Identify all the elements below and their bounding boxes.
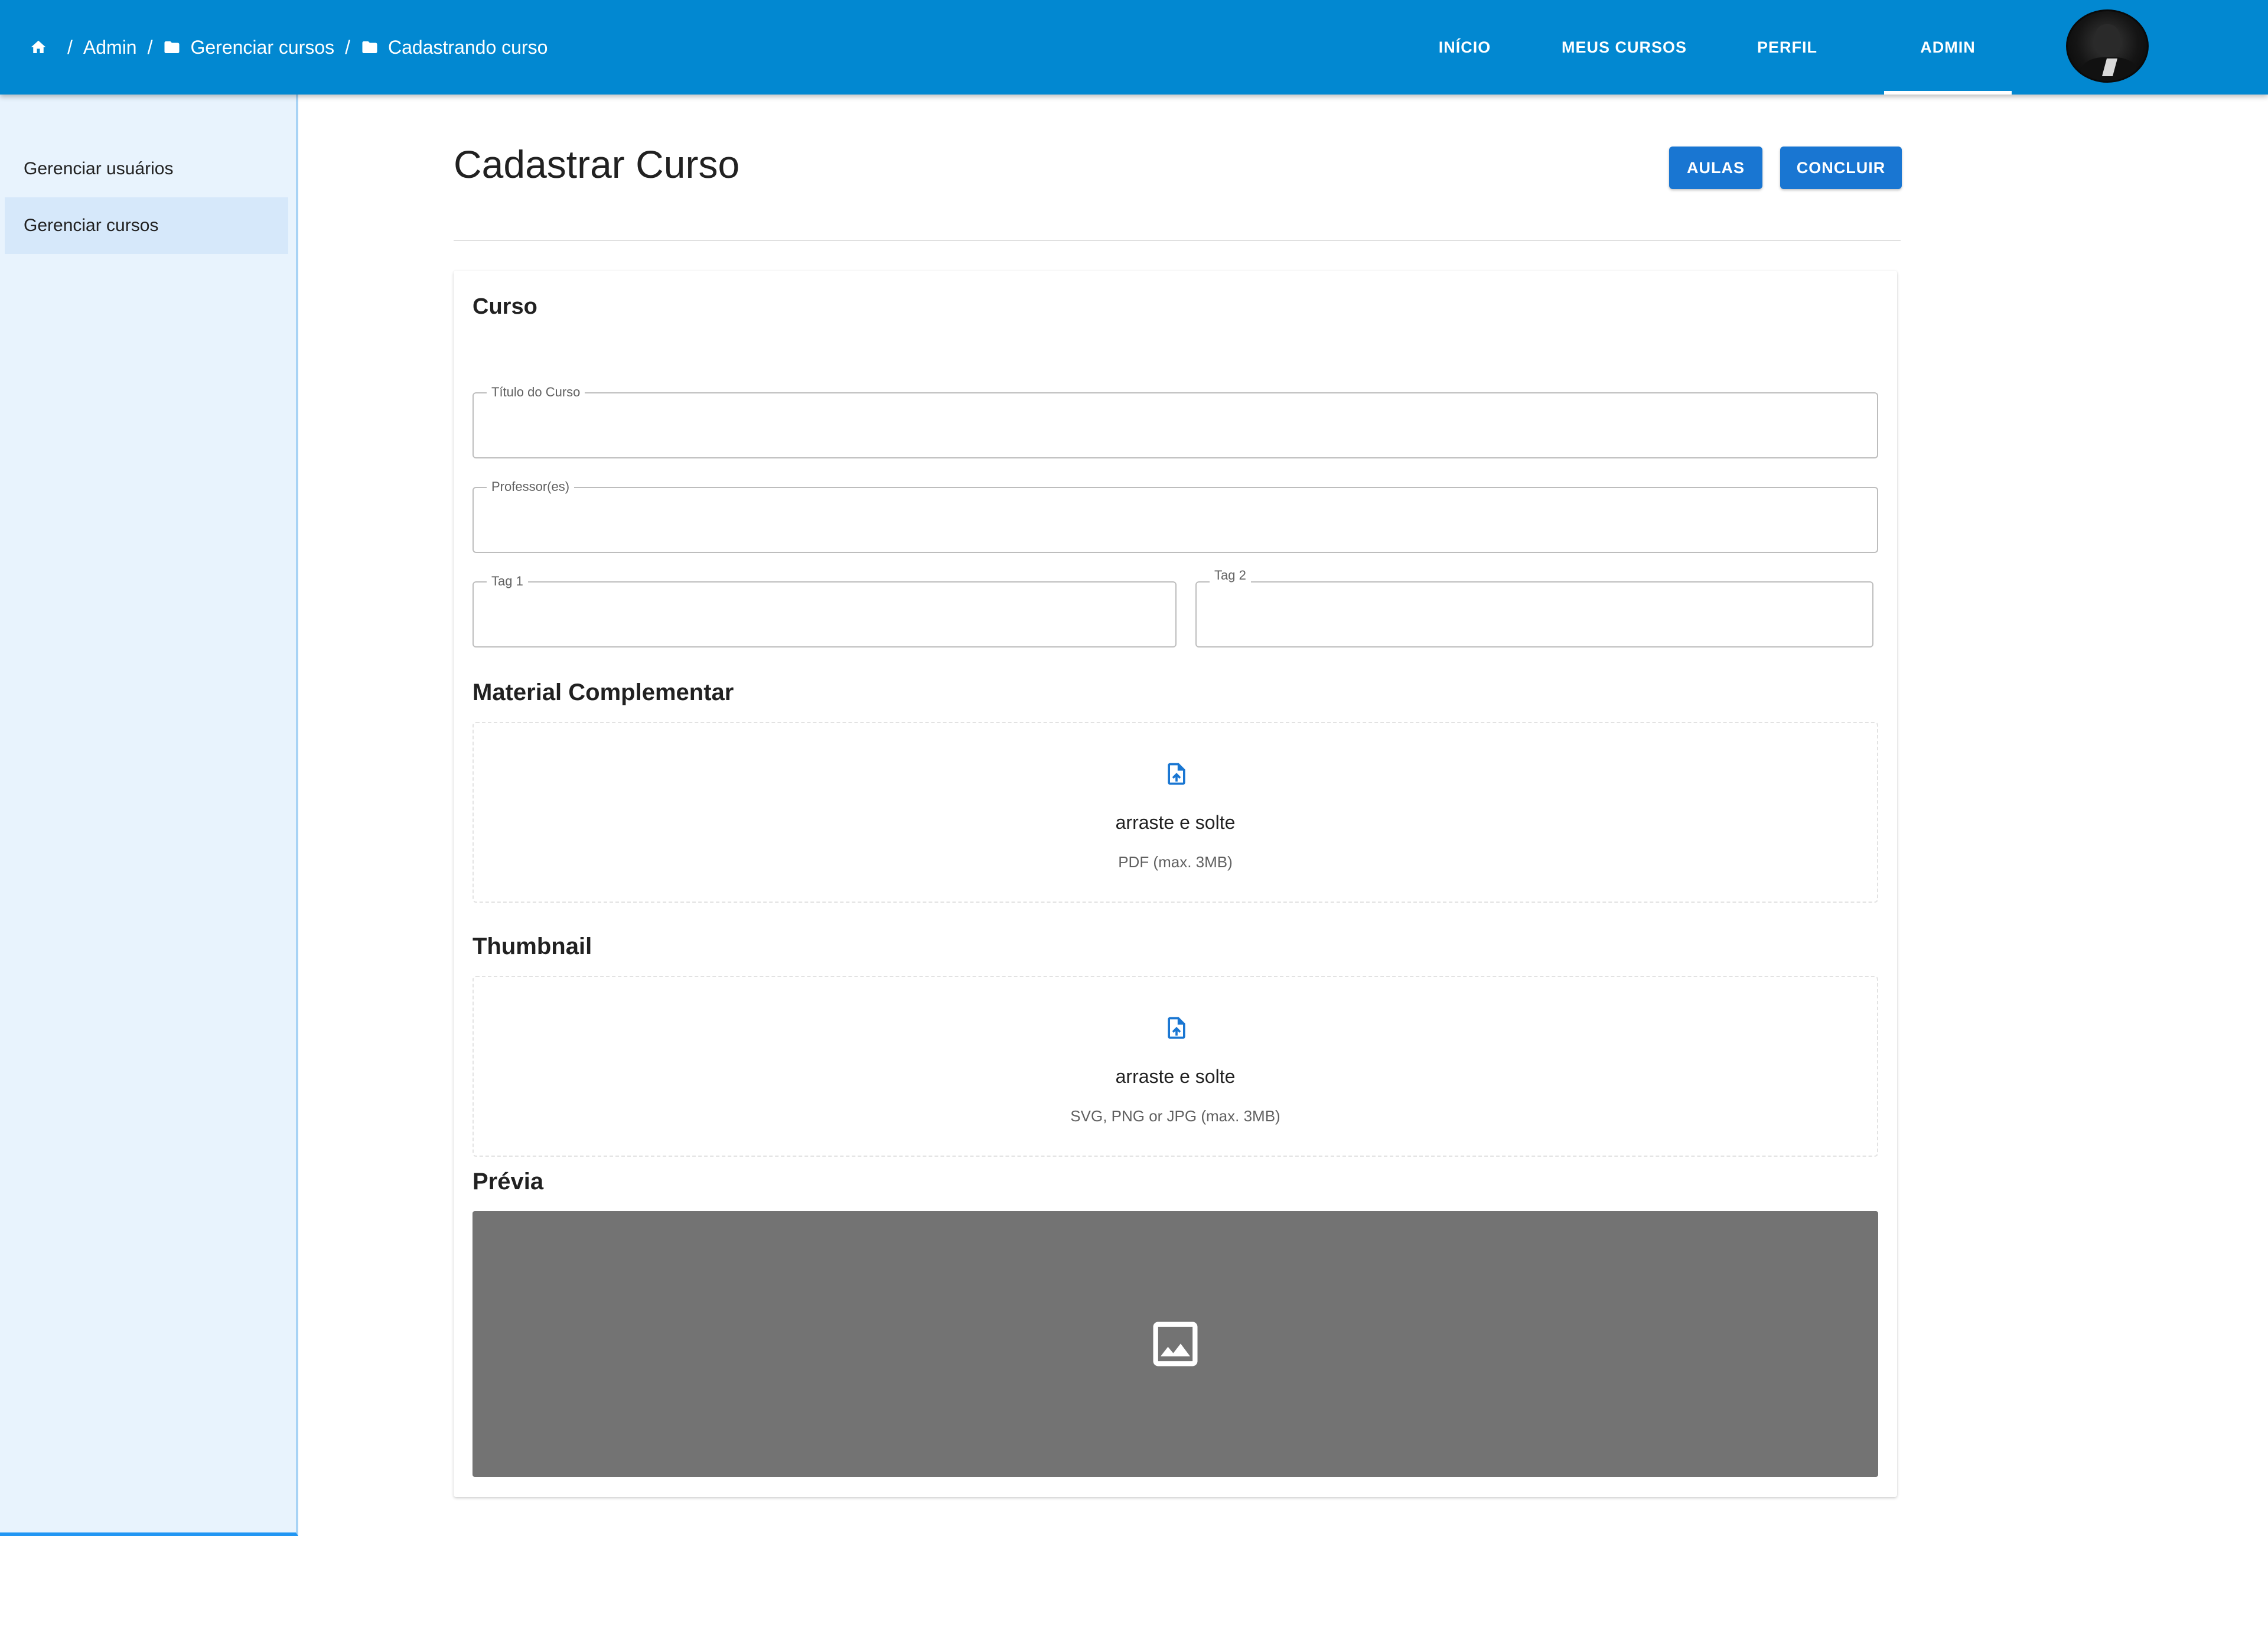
- app-bar: / Admin / Gerenciar cursos / Cadastrando…: [0, 0, 2268, 95]
- card-title: Curso: [472, 294, 537, 319]
- aulas-button[interactable]: AULAS: [1669, 147, 1762, 189]
- header-divider: [454, 240, 1901, 241]
- preview-section-title: Prévia: [472, 1169, 544, 1195]
- course-form-card: Curso Título do Curso Professor(es) Tag …: [454, 271, 1897, 1497]
- breadcrumb-separator: /: [67, 36, 73, 58]
- folder-icon: [164, 41, 180, 53]
- thumbnail-dropzone[interactable]: arraste e solte SVG, PNG or JPG (max. 3M…: [472, 976, 1878, 1157]
- sidebar-item-label: Gerenciar usuários: [24, 159, 174, 178]
- breadcrumb: / Admin / Gerenciar cursos / Cadastrando…: [30, 0, 548, 95]
- nav-perfil[interactable]: PERFIL: [1736, 0, 1838, 95]
- nav-admin[interactable]: ADMIN: [1884, 0, 2012, 95]
- titulo-input[interactable]: [474, 393, 1877, 457]
- breadcrumb-separator: /: [345, 36, 351, 58]
- folder-icon: [362, 41, 377, 53]
- sidebar: Gerenciar usuários Gerenciar cursos: [0, 95, 298, 1536]
- tag2-field[interactable]: Tag 2: [1195, 568, 1873, 647]
- file-upload-icon: [1168, 763, 1185, 785]
- thumbnail-section-title: Thumbnail: [472, 933, 592, 959]
- dropzone-text: arraste e solte: [1115, 1066, 1236, 1087]
- breadcrumb-gerenciar-cursos[interactable]: Gerenciar cursos: [163, 37, 334, 58]
- field-label: Tag 2: [1210, 568, 1251, 583]
- nav-inicio[interactable]: INÍCIO: [1418, 0, 1512, 95]
- breadcrumb-label: Gerenciar cursos: [190, 36, 335, 58]
- tag2-input[interactable]: [1197, 583, 1872, 646]
- avatar-face: [2094, 24, 2120, 55]
- concluir-button[interactable]: CONCLUIR: [1780, 147, 1902, 189]
- file-upload-icon: [1168, 1017, 1185, 1039]
- titulo-field[interactable]: Título do Curso: [472, 385, 1878, 458]
- material-dropzone[interactable]: arraste e solte PDF (max. 3MB): [472, 722, 1878, 903]
- thumbnail-preview: [472, 1211, 1878, 1477]
- home-icon: [31, 40, 46, 53]
- breadcrumb-home[interactable]: [30, 38, 57, 56]
- page-title: Cadastrar Curso: [454, 142, 740, 186]
- breadcrumb-separator: /: [147, 36, 153, 58]
- breadcrumb-label: Admin: [83, 36, 137, 58]
- professores-field[interactable]: Professor(es): [472, 479, 1878, 553]
- breadcrumb-label: Cadastrando curso: [388, 36, 548, 58]
- dropzone-hint: SVG, PNG or JPG (max. 3MB): [1070, 1107, 1280, 1125]
- sidebar-item-gerenciar-usuarios[interactable]: Gerenciar usuários: [5, 141, 288, 197]
- avatar[interactable]: [2066, 9, 2149, 83]
- sidebar-item-gerenciar-cursos[interactable]: Gerenciar cursos: [5, 197, 288, 254]
- sidebar-item-label: Gerenciar cursos: [24, 216, 159, 235]
- material-section-title: Material Complementar: [472, 679, 734, 705]
- tag1-input[interactable]: [474, 583, 1175, 646]
- tag1-field[interactable]: Tag 1: [472, 574, 1177, 647]
- breadcrumb-admin[interactable]: Admin: [83, 37, 137, 58]
- dropzone-hint: PDF (max. 3MB): [1118, 853, 1233, 871]
- professores-input[interactable]: [474, 488, 1877, 552]
- dropzone-text: arraste e solte: [1115, 812, 1236, 833]
- image-placeholder-icon: [1153, 1322, 1198, 1366]
- breadcrumb-cadastrando-curso: Cadastrando curso: [361, 37, 548, 58]
- nav-meus-cursos[interactable]: MEUS CURSOS: [1552, 0, 1696, 95]
